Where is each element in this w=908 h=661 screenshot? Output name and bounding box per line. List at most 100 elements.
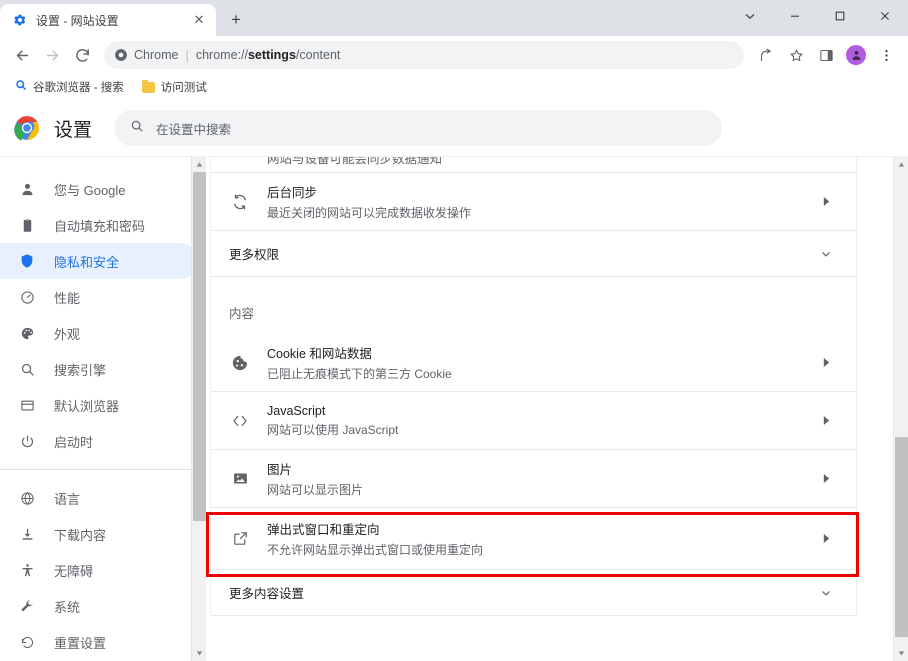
url-prefix: chrome:// <box>195 48 248 62</box>
settings-header: 设置 在设置中搜索 <box>0 100 908 156</box>
sidebar-item-languages[interactable]: 语言 <box>0 480 198 516</box>
person-icon <box>18 180 36 198</box>
scroll-up-arrow-icon[interactable] <box>894 157 908 172</box>
chevron-down-icon[interactable] <box>816 587 836 599</box>
tab-strip: 设置 - 网站设置 ✕ + <box>0 0 908 36</box>
sidebar-item-downloads[interactable]: 下载内容 <box>0 516 198 552</box>
scroll-up-arrow-icon[interactable] <box>192 157 207 172</box>
search-icon <box>18 360 36 378</box>
section-title: 更多权限 <box>229 248 280 262</box>
page-title: 设置 <box>54 119 93 141</box>
setting-row-text: 后台同步 最近关闭的网站可以完成数据收发操作 <box>267 182 800 221</box>
setting-row-subtitle: 已阻止无痕模式下的第三方 Cookie <box>267 367 452 381</box>
expandable-section-more-content-settings[interactable]: 更多内容设置 <box>211 570 856 616</box>
palette-icon <box>18 324 36 342</box>
settings-page-body: 您与 Google 自动填充和密码 隐私和安全 性能 外观 搜索引擎 默认浏览器… <box>0 156 908 661</box>
cookie-icon <box>229 352 251 374</box>
sidebar-item-accessibility[interactable]: 无障碍 <box>0 552 198 588</box>
sidebar-item-default-browser[interactable]: 默认浏览器 <box>0 387 198 423</box>
chevron-right-icon[interactable] <box>816 196 836 207</box>
profile-avatar[interactable] <box>842 41 870 69</box>
sidebar-item-on-startup[interactable]: 启动时 <box>0 423 198 459</box>
setting-row-popups-and-redirects[interactable]: 弹出式窗口和重定向 不允许网站显示弹出式窗口或使用重定向 <box>211 508 856 570</box>
security-chip-label: Chrome <box>134 48 179 62</box>
setting-row-text: Cookie 和网站数据 已阻止无痕模式下的第三方 Cookie <box>267 343 800 382</box>
maximize-icon[interactable] <box>817 0 862 32</box>
sidebar-item-label: 启动时 <box>54 434 94 450</box>
sidebar-scroll-thumb[interactable] <box>192 172 206 521</box>
chevron-down-icon[interactable] <box>727 0 772 32</box>
settings-card: 网站与设备可能会同步数据通知 后台同步 最近关闭的网站可以完成数据收发操作 更多… <box>210 157 857 616</box>
chevron-right-icon[interactable] <box>816 415 836 426</box>
url-suffix: /content <box>295 48 341 62</box>
settings-search-input[interactable]: 在设置中搜索 <box>114 110 723 146</box>
minimize-icon[interactable] <box>772 0 817 32</box>
main-scroll-thumb[interactable] <box>894 437 908 637</box>
expandable-section-more-permissions[interactable]: 更多权限 <box>211 231 856 277</box>
sidebar-item-appearance[interactable]: 外观 <box>0 315 198 351</box>
security-chip[interactable]: Chrome <box>114 48 178 62</box>
browser-tab[interactable]: 设置 - 网站设置 ✕ <box>0 4 216 36</box>
settings-main-content: 网站与设备可能会同步数据通知 后台同步 最近关闭的网站可以完成数据收发操作 更多… <box>206 157 908 661</box>
setting-row-subtitle: 不允许网站显示弹出式窗口或使用重定向 <box>267 543 484 557</box>
sidebar-item-label: 无障碍 <box>54 563 94 579</box>
three-dot-menu-icon[interactable] <box>872 41 900 69</box>
code-brackets-icon <box>229 410 251 432</box>
main-scrollbar[interactable] <box>893 157 908 661</box>
bookmark-item-search[interactable]: 谷歌浏览器 - 搜索 <box>8 75 131 99</box>
setting-row-title: 弹出式窗口和重定向 <box>267 523 380 537</box>
setting-row-text: 弹出式窗口和重定向 不允许网站显示弹出式窗口或使用重定向 <box>267 519 800 558</box>
chevron-right-icon[interactable] <box>816 357 836 368</box>
sidebar-item-autofill[interactable]: 自动填充和密码 <box>0 207 198 243</box>
bookmark-label: 谷歌浏览器 - 搜索 <box>33 82 124 94</box>
wrench-icon <box>18 597 36 615</box>
sidebar-item-system[interactable]: 系统 <box>0 588 198 624</box>
history-restore-icon <box>18 633 36 651</box>
sidebar-item-label: 重置设置 <box>54 635 107 651</box>
new-tab-button[interactable]: + <box>222 6 250 34</box>
star-icon[interactable] <box>782 41 810 69</box>
clipped-partial-row: 网站与设备可能会同步数据通知 <box>211 157 856 173</box>
browser-window-icon <box>18 396 36 414</box>
setting-row-text: 图片 网站可以显示图片 <box>267 459 800 498</box>
shield-icon <box>18 252 36 270</box>
search-placeholder: 在设置中搜索 <box>156 122 232 137</box>
sidebar-item-you-and-google[interactable]: 您与 Google <box>0 171 198 207</box>
setting-row-cookies[interactable]: Cookie 和网站数据 已阻止无痕模式下的第三方 Cookie <box>211 334 856 392</box>
back-button[interactable] <box>8 41 36 69</box>
setting-row-title: 图片 <box>267 463 293 477</box>
scroll-down-arrow-icon[interactable] <box>192 646 207 661</box>
side-panel-icon[interactable] <box>812 41 840 69</box>
main-scroll-track[interactable] <box>894 172 908 646</box>
chevron-down-icon[interactable] <box>816 248 836 260</box>
sidebar-item-label: 性能 <box>54 290 81 306</box>
forward-button[interactable] <box>38 41 66 69</box>
sidebar-item-label: 下载内容 <box>54 527 107 543</box>
close-icon[interactable] <box>862 0 908 32</box>
sidebar-item-reset-settings[interactable]: 重置设置 <box>0 624 198 660</box>
chrome-small-icon <box>115 49 127 61</box>
section-title: 更多内容设置 <box>229 587 305 601</box>
clipboard-icon <box>18 216 36 234</box>
bookmark-item-folder[interactable]: 访问测试 <box>135 76 214 98</box>
setting-row-background-sync[interactable]: 后台同步 最近关闭的网站可以完成数据收发操作 <box>211 173 856 231</box>
chevron-right-icon[interactable] <box>816 533 836 544</box>
window-controls <box>727 0 908 32</box>
sidebar-scrollbar[interactable] <box>191 157 206 661</box>
sidebar-item-label: 搜索引擎 <box>54 362 107 378</box>
scroll-down-arrow-icon[interactable] <box>894 646 908 661</box>
reload-button[interactable] <box>68 41 96 69</box>
sidebar-item-privacy-and-security[interactable]: 隐私和安全 <box>0 243 198 279</box>
sidebar-scroll-track[interactable] <box>192 172 207 646</box>
bookmark-label: 访问测试 <box>160 82 207 94</box>
setting-row-images[interactable]: 图片 网站可以显示图片 <box>211 450 856 508</box>
sidebar-item-search-engine[interactable]: 搜索引擎 <box>0 351 198 387</box>
share-icon[interactable] <box>752 41 780 69</box>
tab-close-icon[interactable]: ✕ <box>190 11 208 29</box>
sidebar-item-performance[interactable]: 性能 <box>0 279 198 315</box>
sidebar-item-label: 自动填充和密码 <box>54 218 146 234</box>
address-bar[interactable]: Chrome | chrome://settings/content <box>104 41 744 69</box>
clipped-partial-row-text: 网站与设备可能会同步数据通知 <box>267 157 443 166</box>
chevron-right-icon[interactable] <box>816 473 836 484</box>
setting-row-javascript[interactable]: JavaScript 网站可以使用 JavaScript <box>211 392 856 450</box>
